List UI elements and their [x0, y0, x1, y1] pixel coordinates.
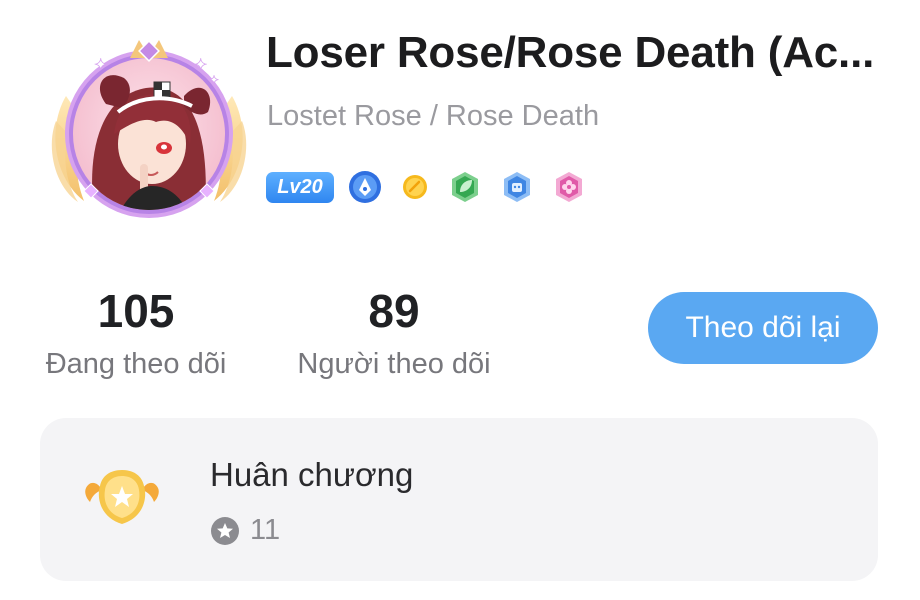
- gold-coin-badge-icon[interactable]: [400, 172, 430, 202]
- green-leaf-badge-icon[interactable]: [448, 170, 482, 204]
- medal-title: Huân chương: [210, 456, 414, 493]
- badge-row: Lv20: [266, 170, 604, 204]
- following-label: Đang theo dõi: [45, 348, 227, 380]
- level-badge[interactable]: Lv20: [266, 171, 334, 203]
- blue-pen-badge-icon[interactable]: [348, 170, 382, 204]
- svg-text:✦: ✦: [209, 73, 219, 87]
- display-name: Loser Rose/Rose Death (Ac...: [266, 28, 875, 77]
- followers-label: Người theo dõi: [297, 348, 491, 380]
- avatar-frame-icon: ✦ ✦ ✦: [51, 40, 247, 218]
- follow-back-button[interactable]: Theo dõi lại: [648, 292, 878, 364]
- medal-count: 11: [250, 514, 281, 546]
- username: Lostet Rose / Rose Death: [267, 100, 600, 132]
- followers-stat[interactable]: 89 Người theo dõi: [292, 288, 496, 381]
- blue-robot-badge-icon[interactable]: [500, 170, 534, 204]
- following-stat[interactable]: 105 Đang theo dõi: [40, 288, 232, 381]
- medal-icon: [85, 470, 159, 524]
- svg-text:✦: ✦: [94, 55, 107, 74]
- star-circle-icon: [211, 516, 239, 545]
- followers-count: 89: [368, 285, 420, 337]
- svg-text:✦: ✦: [194, 55, 207, 74]
- following-count: 105: [97, 285, 175, 337]
- pink-flower-badge-icon[interactable]: [552, 170, 586, 204]
- avatar[interactable]: ✦ ✦ ✦: [44, 26, 254, 226]
- medal-card[interactable]: [40, 418, 878, 581]
- medal-count-row: 11: [210, 514, 280, 547]
